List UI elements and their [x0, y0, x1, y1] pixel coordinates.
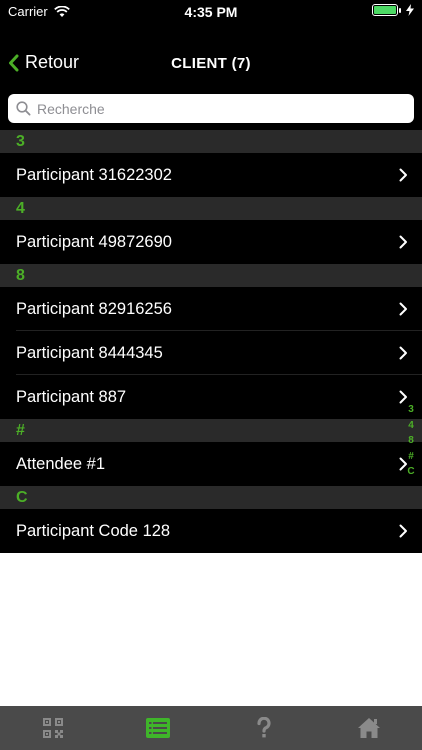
- index-item[interactable]: 3: [408, 402, 414, 418]
- home-icon: [358, 718, 381, 738]
- header-area: Carrier 4:35 PM Retour CLIENT (7): [0, 0, 422, 130]
- list-item-label: Participant 31622302: [16, 165, 172, 184]
- chevron-right-icon: [399, 302, 407, 316]
- list-item[interactable]: Participant 31622302: [0, 153, 422, 197]
- page-title: CLIENT (7): [171, 55, 251, 72]
- search-icon: [16, 101, 31, 116]
- tab-help[interactable]: [211, 706, 317, 750]
- list-item-label: Participant 49872690: [16, 232, 172, 251]
- chevron-right-icon: [399, 235, 407, 249]
- help-icon: [257, 717, 271, 738]
- tab-qr-scanner[interactable]: [0, 706, 106, 750]
- list-item[interactable]: Participant Code 128: [0, 509, 422, 553]
- navigation-bar: Retour CLIENT (7): [0, 40, 422, 86]
- participant-list: 3 Participant 31622302 4 Participant 498…: [0, 130, 422, 553]
- index-item[interactable]: 8: [408, 433, 414, 449]
- list-item[interactable]: Participant 8444345: [0, 331, 422, 375]
- section-header-8: 8: [0, 264, 422, 287]
- list-item[interactable]: Attendee #1: [0, 442, 422, 486]
- search-input[interactable]: [37, 100, 397, 117]
- list-item-label: Attendee #1: [16, 454, 105, 473]
- section-header-c: C: [0, 486, 422, 509]
- list-item[interactable]: Participant 887: [0, 375, 422, 419]
- index-item[interactable]: C: [407, 464, 414, 480]
- tab-home[interactable]: [317, 706, 422, 750]
- section-index[interactable]: 3 4 8 # C: [405, 402, 417, 480]
- chevron-right-icon: [399, 524, 407, 538]
- battery-group: [372, 4, 414, 16]
- chevron-right-icon: [399, 168, 407, 182]
- list-item-label: Participant 887: [16, 387, 127, 406]
- battery-icon: [372, 4, 401, 16]
- tab-list[interactable]: [106, 706, 212, 750]
- charging-icon: [406, 4, 414, 16]
- tab-bar: [0, 706, 422, 750]
- list-item-label: Participant 82916256: [16, 299, 172, 318]
- list-item[interactable]: Participant 82916256: [0, 287, 422, 331]
- section-header-hash: #: [0, 419, 422, 442]
- section-header-3: 3: [0, 130, 422, 153]
- section-header-4: 4: [0, 197, 422, 220]
- status-bar: Carrier 4:35 PM: [0, 0, 422, 24]
- list-item[interactable]: Participant 49872690: [0, 220, 422, 264]
- list-item-label: Participant 8444345: [16, 343, 163, 362]
- index-item[interactable]: 4: [408, 418, 414, 434]
- chevron-right-icon: [399, 346, 407, 360]
- index-item[interactable]: #: [408, 449, 414, 465]
- list-item-label: Participant Code 128: [16, 521, 171, 540]
- search-bar[interactable]: [8, 94, 414, 123]
- list-icon: [146, 718, 171, 738]
- status-time: 4:35 PM: [184, 4, 238, 20]
- qr-code-icon: [42, 718, 63, 738]
